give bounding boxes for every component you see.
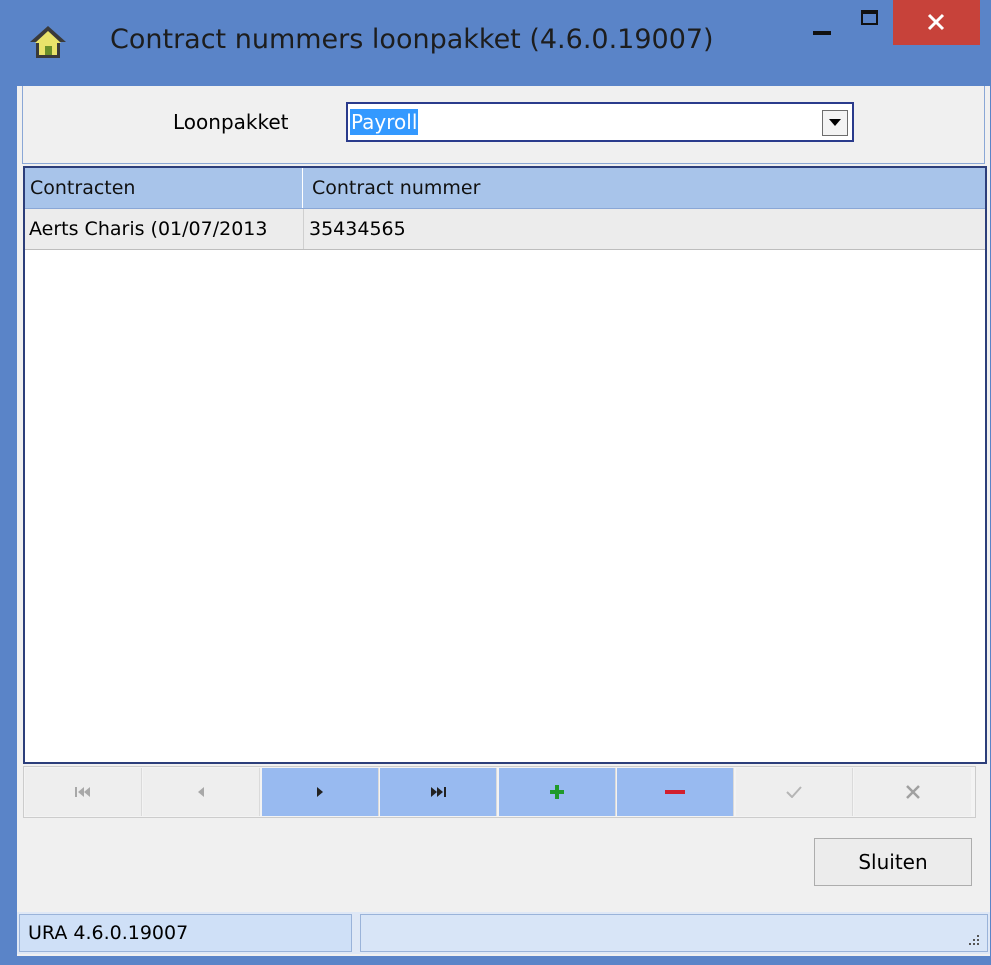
maximize-button[interactable] [848, 0, 894, 44]
loonpakket-combobox[interactable]: Payroll [346, 102, 854, 142]
close-dialog-button[interactable]: Sluiten [814, 838, 972, 886]
prior-icon [198, 787, 204, 797]
minus-icon [665, 790, 685, 794]
status-bar: URA 4.6.0.19007 [17, 912, 990, 954]
first-icon [75, 787, 90, 797]
grid-header: Contracten Contract nummer [25, 168, 985, 209]
close-icon [927, 13, 945, 31]
client-area: Loonpakket Payroll Contracten Contract n… [17, 86, 990, 956]
window-title: Contract nummers loonpakket (4.6.0.19007… [110, 24, 714, 55]
next-record-button[interactable] [262, 768, 379, 816]
loonpakket-label: Loonpakket [173, 110, 289, 134]
prior-record-button[interactable] [143, 768, 260, 816]
minimize-icon [813, 31, 831, 35]
delete-record-button[interactable] [617, 768, 734, 816]
status-version: URA 4.6.0.19007 [19, 914, 352, 952]
next-icon [317, 787, 323, 797]
title-bar[interactable]: Contract nummers loonpakket (4.6.0.19007… [0, 0, 991, 86]
record-navigator [23, 766, 976, 818]
column-header-contract-nummer[interactable]: Contract nummer [307, 168, 982, 208]
last-record-button[interactable] [380, 768, 497, 816]
cancel-record-button[interactable] [854, 768, 971, 816]
app-house-icon [30, 26, 66, 58]
cell-contract-number[interactable]: 35434565 [305, 209, 979, 249]
plus-icon [550, 785, 564, 799]
first-record-button[interactable] [25, 768, 142, 816]
contracts-grid[interactable]: Contracten Contract nummer Aerts Charis … [23, 166, 987, 764]
last-icon [431, 787, 446, 797]
chevron-down-icon [829, 119, 841, 126]
status-panel [360, 914, 988, 952]
insert-record-button[interactable] [499, 768, 616, 816]
main-window: Contract nummers loonpakket (4.6.0.19007… [0, 0, 991, 965]
close-button[interactable] [893, 0, 980, 45]
filter-panel: Loonpakket Payroll [22, 86, 985, 164]
dropdown-button[interactable] [822, 110, 848, 136]
maximize-icon [861, 10, 878, 25]
minimize-button[interactable] [800, 0, 846, 44]
column-header-contracten[interactable]: Contracten [25, 168, 303, 208]
cancel-icon [905, 785, 920, 799]
table-row[interactable]: Aerts Charis (01/07/2013 35434565 [25, 209, 985, 250]
loonpakket-selected-value[interactable]: Payroll [350, 109, 419, 135]
post-record-button[interactable] [736, 768, 853, 816]
cell-contract[interactable]: Aerts Charis (01/07/2013 [25, 209, 304, 249]
check-icon [786, 786, 802, 798]
resize-grip-icon[interactable] [967, 933, 981, 947]
